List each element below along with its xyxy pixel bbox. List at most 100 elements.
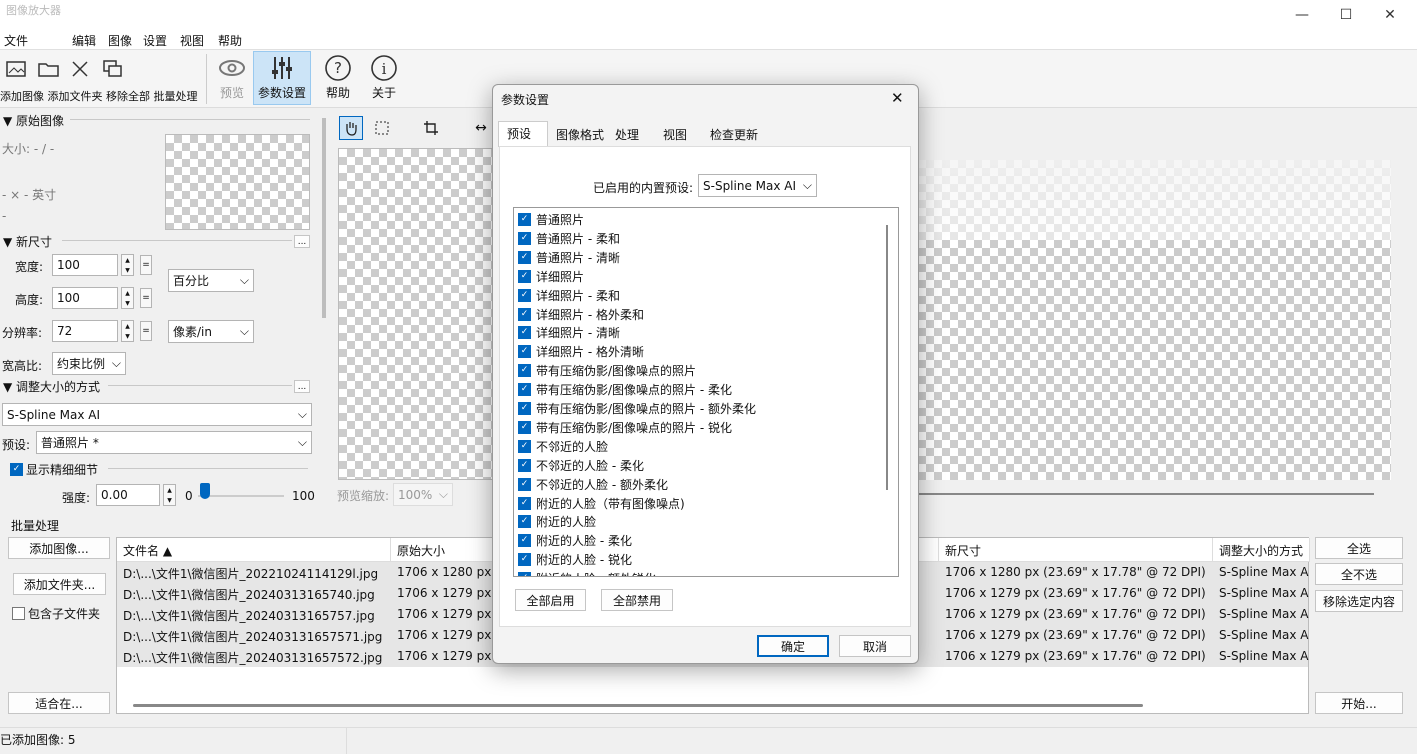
resolution-spinner[interactable]: ▲ ▼ bbox=[121, 320, 134, 342]
disable-all-button[interactable]: 全部禁用 bbox=[601, 589, 673, 611]
checkbox-checked-icon[interactable]: ✓ bbox=[518, 364, 531, 378]
size-unit-select[interactable]: 百分比 ⌵ bbox=[168, 269, 254, 292]
width-link-button[interactable]: = bbox=[140, 255, 152, 275]
preset-list-item[interactable]: ✓ 详细照片 bbox=[518, 268, 584, 285]
resolution-input[interactable]: 72 bbox=[52, 320, 118, 342]
add-folder-icon[interactable] bbox=[36, 57, 62, 81]
include-subfolders-checkbox[interactable]: 包含子文件夹 bbox=[12, 605, 100, 622]
strength-spinner[interactable]: ▲ ▼ bbox=[163, 484, 176, 506]
hand-tool-icon[interactable] bbox=[339, 116, 363, 140]
menu-settings[interactable]: 设置 bbox=[143, 32, 167, 49]
maximize-button[interactable]: ☐ bbox=[1323, 0, 1369, 30]
preset-list-item[interactable]: ✓ 附近的人脸 - 柔化 bbox=[518, 532, 632, 549]
show-details-checkbox[interactable]: ✓ 显示精细细节 bbox=[10, 461, 98, 478]
preset-list-item[interactable]: ✓ 不邻近的人脸 bbox=[518, 438, 608, 455]
preview-hscroll[interactable] bbox=[918, 493, 1374, 495]
menu-help[interactable]: 帮助 bbox=[218, 32, 242, 49]
remove-all-icon[interactable] bbox=[68, 57, 94, 81]
checkbox-checked-icon[interactable]: ✓ bbox=[518, 439, 531, 453]
checkbox-checked-icon[interactable]: ✓ bbox=[518, 250, 531, 264]
preset-list-item[interactable]: ✓ 带有压缩伪影/图像噪点的照片 - 锐化 bbox=[518, 419, 732, 436]
resize-method-more-button[interactable]: ... bbox=[294, 380, 310, 393]
checkbox-checked-icon[interactable]: ✓ bbox=[518, 213, 531, 226]
tab-check-updates[interactable]: 检查更新 bbox=[702, 123, 766, 145]
tab-presets[interactable]: 预设 bbox=[498, 121, 548, 147]
preset-list-item[interactable]: ✓ 附近的人脸（带有图像噪点) bbox=[518, 495, 685, 512]
col-filename[interactable]: 文件名 ▲ bbox=[117, 538, 391, 562]
original-image-heading[interactable]: ▼ 原始图像 bbox=[3, 112, 64, 129]
preset-list-item[interactable]: ✓ 附近的人脸 bbox=[518, 513, 596, 530]
fit-button[interactable]: 适合在... bbox=[8, 692, 110, 714]
resolution-link-button[interactable]: = bbox=[140, 321, 152, 341]
preview-button[interactable]: 预览 bbox=[212, 52, 252, 106]
height-spinner[interactable]: ▲ ▼ bbox=[121, 287, 134, 309]
checkbox-checked-icon[interactable]: ✓ bbox=[518, 288, 531, 302]
resize-method-heading[interactable]: ▼ 调整大小的方式 bbox=[3, 378, 100, 395]
strength-slider-track[interactable] bbox=[198, 495, 284, 497]
checkbox-checked-icon[interactable]: ✓ bbox=[518, 515, 531, 529]
checkbox-checked-icon[interactable]: ✓ bbox=[518, 458, 531, 472]
select-none-button[interactable]: 全不选 bbox=[1315, 563, 1403, 585]
height-input[interactable]: 100 bbox=[52, 287, 118, 309]
select-all-button[interactable]: 全选 bbox=[1315, 537, 1403, 559]
preset-list-item[interactable]: ✓ 附近的人脸 - 额外锐化 bbox=[518, 570, 656, 576]
preset-list-item[interactable]: ✓ 详细照片 - 格外柔和 bbox=[518, 306, 644, 323]
table-hscroll[interactable] bbox=[133, 704, 1143, 707]
aspect-select[interactable]: 约束比例 ⌵ bbox=[52, 352, 126, 375]
preset-list-item[interactable]: ✓ 普通照片 - 柔和 bbox=[518, 230, 620, 247]
strength-input[interactable]: 0.00 bbox=[96, 484, 160, 506]
add-image-icon[interactable] bbox=[4, 57, 30, 81]
ok-button[interactable]: 确定 bbox=[757, 635, 829, 657]
resize-method-select[interactable]: S-Spline Max AI ⌵ bbox=[2, 403, 312, 426]
remove-selected-button[interactable]: 移除选定内容 bbox=[1315, 590, 1403, 612]
new-size-heading[interactable]: ▼ 新尺寸 bbox=[3, 233, 52, 250]
checkbox-checked-icon[interactable]: ✓ bbox=[518, 553, 531, 567]
preset-list-item[interactable]: ✓ 普通照片 - 清晰 bbox=[518, 249, 620, 266]
about-button[interactable]: i 关于 bbox=[364, 52, 404, 106]
strength-slider-thumb[interactable] bbox=[200, 483, 210, 499]
preset-list-item[interactable]: ✓ 普通照片 bbox=[518, 211, 584, 228]
menu-edit[interactable]: 编辑 bbox=[72, 32, 96, 49]
dialog-close-icon[interactable]: ✕ bbox=[891, 89, 904, 107]
width-input[interactable]: 100 bbox=[52, 254, 118, 276]
left-panel-scrollbar[interactable] bbox=[322, 118, 326, 318]
checkbox-checked-icon[interactable]: ✓ bbox=[518, 326, 531, 340]
preset-select[interactable]: 普通照片 * ⌵ bbox=[36, 431, 312, 454]
checkbox-checked-icon[interactable]: ✓ bbox=[518, 572, 531, 576]
add-folder-button[interactable]: 添加文件夹... bbox=[13, 573, 106, 595]
fit-width-icon[interactable]: ↔ bbox=[469, 116, 493, 140]
menu-image[interactable]: 图像 bbox=[108, 32, 132, 49]
checkbox-checked-icon[interactable]: ✓ bbox=[518, 231, 531, 245]
cancel-button[interactable]: 取消 bbox=[839, 635, 911, 657]
preset-list-scrollbar[interactable] bbox=[886, 225, 888, 490]
checkbox-checked-icon[interactable]: ✓ bbox=[518, 269, 531, 283]
checkbox-checked-icon[interactable]: ✓ bbox=[518, 345, 531, 359]
close-button[interactable]: ✕ bbox=[1367, 0, 1413, 30]
preset-list-item[interactable]: ✓ 详细照片 - 清晰 bbox=[518, 324, 620, 341]
zoom-select[interactable]: 100% ⌵ bbox=[393, 483, 453, 506]
preset-list-item[interactable]: ✓ 带有压缩伪影/图像噪点的照片 - 额外柔化 bbox=[518, 400, 756, 417]
tab-view[interactable]: 视图 bbox=[655, 123, 695, 145]
col-method[interactable]: 调整大小的方式 bbox=[1213, 538, 1310, 562]
resolution-unit-select[interactable]: 像素/in ⌵ bbox=[168, 320, 254, 343]
checkbox-checked-icon[interactable]: ✓ bbox=[518, 307, 531, 321]
menu-view[interactable]: 视图 bbox=[180, 32, 204, 49]
col-new-size[interactable]: 新尺寸 bbox=[939, 538, 1213, 562]
menu-file[interactable]: 文件 bbox=[4, 32, 28, 49]
crop-icon[interactable] bbox=[419, 116, 443, 140]
preset-list-item[interactable]: ✓ 带有压缩伪影/图像噪点的照片 - 柔化 bbox=[518, 381, 732, 398]
width-spinner[interactable]: ▲ ▼ bbox=[121, 254, 134, 276]
checkbox-checked-icon[interactable]: ✓ bbox=[518, 477, 531, 491]
preset-list-item[interactable]: ✓ 详细照片 - 格外清晰 bbox=[518, 343, 644, 360]
checkbox-checked-icon[interactable]: ✓ bbox=[518, 534, 531, 548]
tab-processing[interactable]: 处理 bbox=[607, 123, 647, 145]
checkbox-checked-icon[interactable]: ✓ bbox=[518, 420, 531, 434]
checkbox-checked-icon[interactable]: ✓ bbox=[518, 383, 531, 397]
preview-canvas-left[interactable] bbox=[338, 148, 494, 480]
params-button[interactable]: 参数设置 bbox=[253, 51, 311, 105]
batch-icon[interactable] bbox=[100, 57, 126, 81]
select-tool-icon[interactable] bbox=[370, 116, 394, 140]
checkbox-checked-icon[interactable]: ✓ bbox=[518, 402, 531, 415]
help-button[interactable]: ? 帮助 bbox=[318, 52, 358, 106]
start-button[interactable]: 开始... bbox=[1315, 692, 1403, 714]
